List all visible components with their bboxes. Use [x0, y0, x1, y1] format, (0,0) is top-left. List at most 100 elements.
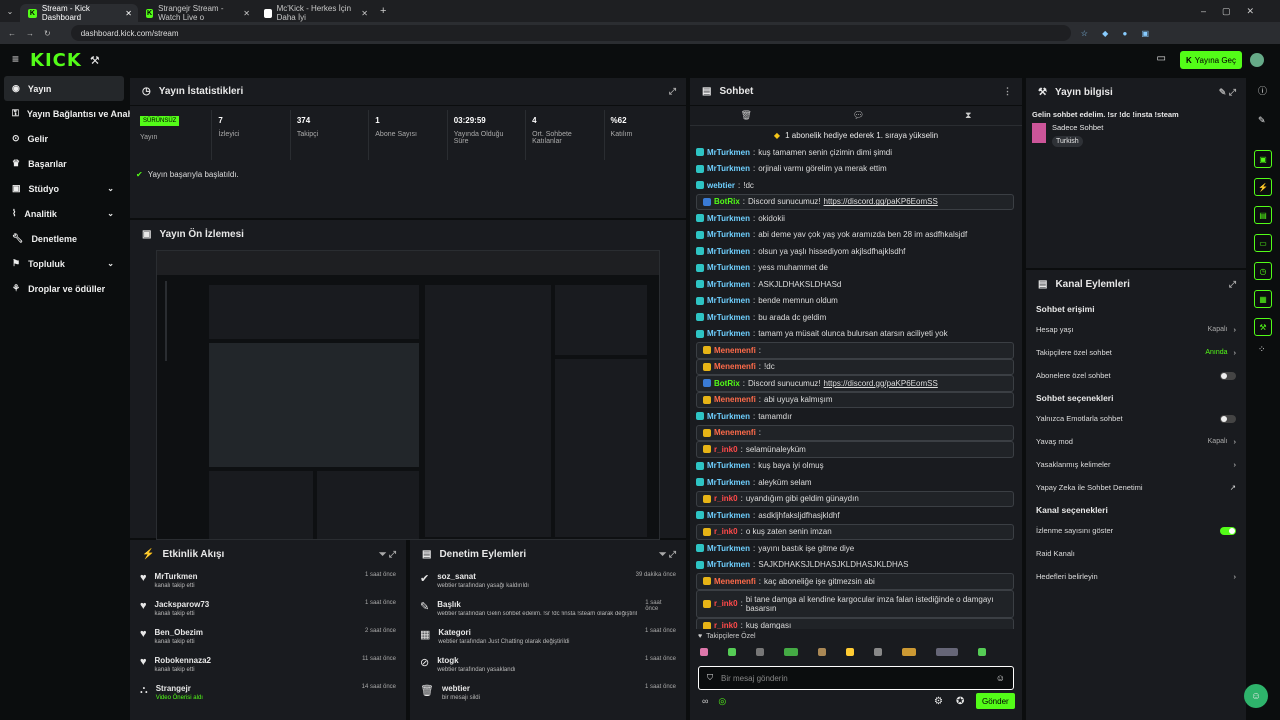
chat-username[interactable]: MrTurkmen: [707, 296, 750, 305]
info-icon[interactable]: ⓘ: [1258, 84, 1278, 97]
rail-activity-button[interactable]: ⚡: [1254, 178, 1272, 196]
browser-tab-kick[interactable]: Mc'Kick - Herkes İçin Daha İyi ✕: [256, 4, 374, 22]
chat-message[interactable]: Menemenfi: kaç aboneliğe işe gitmezsin ab…: [696, 573, 1014, 590]
tab-menu-icon[interactable]: ⌄: [0, 7, 20, 16]
message-icon[interactable]: 💬︎: [853, 110, 864, 121]
theater-icon[interactable]: ▭: [1157, 53, 1166, 64]
chat-message[interactable]: MrTurkmen: SAJKDHAKSJLDHASJKLDHASJKLDHAS: [690, 557, 1022, 574]
chat-username[interactable]: MrTurkmen: [707, 280, 750, 289]
emote[interactable]: [784, 648, 798, 656]
raid-row[interactable]: Raid Kanalı: [1026, 542, 1246, 565]
chat-username[interactable]: r_ink0: [714, 527, 738, 536]
emote[interactable]: [728, 648, 736, 656]
emoji-icon[interactable]: ☺: [996, 673, 1005, 683]
chat-message[interactable]: r_ink0: selamünaleyküm: [696, 441, 1014, 458]
puzzle-icon[interactable]: ✪: [956, 696, 964, 707]
expand-icon[interactable]: ⤢: [1229, 279, 1236, 290]
chat-message[interactable]: Menemenfi: !dc: [696, 358, 1014, 375]
chat-message[interactable]: MrTurkmen: ASKJLDHAKSLDHASd: [690, 276, 1022, 293]
chat-message[interactable]: MrTurkmen: olsun ya yaşlı hissediyom akjl…: [690, 243, 1022, 260]
chat-link[interactable]: https://discord.gg/paKP6EomSS: [824, 197, 938, 206]
chat-username[interactable]: MrTurkmen: [707, 313, 750, 322]
chat-message[interactable]: MrTurkmen: aleyküm selam: [690, 474, 1022, 491]
settings-icon[interactable]: ⚙: [934, 696, 943, 707]
chat-message[interactable]: r_ink0: kuş damgası: [696, 617, 1014, 629]
rail-list-button[interactable]: ▤: [1254, 206, 1272, 224]
chat-username[interactable]: r_ink0: [714, 621, 738, 629]
goals-row[interactable]: Hedefleri belirleyin ›: [1026, 565, 1246, 588]
chat-username[interactable]: MrTurkmen: [707, 544, 750, 553]
rail-tools-button[interactable]: ⚒: [1254, 318, 1272, 336]
chat-message[interactable]: MrTurkmen: yess muhammet de: [690, 260, 1022, 277]
chat-message[interactable]: MrTurkmen: orjinali varmı görelim ya mera…: [690, 161, 1022, 178]
filter-icon[interactable]: ⏷ ⤢: [659, 549, 676, 560]
emote[interactable]: [700, 648, 708, 656]
reload-icon[interactable]: ↻: [44, 29, 51, 38]
ai-mod-row[interactable]: Yapay Zeka ile Sohbet Denetimi ↗: [1026, 476, 1246, 499]
chat-username[interactable]: r_ink0: [714, 494, 738, 503]
chat-username[interactable]: MrTurkmen: [707, 478, 750, 487]
points-icon[interactable]: ◎: [718, 696, 726, 707]
chat-message[interactable]: webtier: !dc: [690, 177, 1022, 194]
emote[interactable]: [756, 648, 764, 656]
sidebar-item-stream-key[interactable]: ⚿ Yayın Bağlantısı ve Anahtar: [0, 101, 145, 126]
back-icon[interactable]: ←: [8, 29, 16, 38]
rail-stats-button[interactable]: ◷: [1254, 262, 1272, 280]
help-button[interactable]: ☺: [1244, 684, 1268, 708]
edit-icon[interactable]: ✎: [1258, 115, 1278, 126]
emote-bar[interactable]: [690, 644, 1022, 660]
chat-username[interactable]: BotRix: [714, 197, 740, 206]
chat-username[interactable]: MrTurkmen: [707, 247, 750, 256]
chat-message[interactable]: MrTurkmen: okidokii: [690, 210, 1022, 227]
chat-username[interactable]: Menemenfi: [714, 395, 756, 404]
close-icon[interactable]: ✕: [361, 9, 368, 18]
banned-words-row[interactable]: Yasaklanmış kelimeler ›: [1026, 453, 1246, 476]
close-icon[interactable]: ✕: [243, 9, 250, 18]
emote[interactable]: [936, 648, 958, 656]
window-controls[interactable]: –▢✕: [1201, 6, 1270, 17]
edit-icon[interactable]: ✎ ⤢: [1219, 87, 1236, 98]
rail-chat-button[interactable]: ▭: [1254, 234, 1272, 252]
chat-message[interactable]: MrTurkmen: bu arada dc geldim: [690, 309, 1022, 326]
sidebar-item-revenue[interactable]: ⊙ Gelir: [0, 126, 128, 151]
chat-message[interactable]: MrTurkmen: bende memnun oldum: [690, 293, 1022, 310]
emote[interactable]: [818, 648, 826, 656]
slow-mode-row[interactable]: Yavaş mod Kapalı ›: [1026, 430, 1246, 453]
chat-message[interactable]: MrTurkmen: yayını bastık işe gitme diye: [690, 540, 1022, 557]
avatar[interactable]: [1250, 53, 1264, 67]
chat-message[interactable]: r_ink0: bi tane damga al kendine kargocul…: [696, 589, 1014, 618]
show-viewers-toggle[interactable]: [1220, 526, 1236, 535]
chat-message[interactable]: MrTurkmen: tamamdır: [690, 408, 1022, 425]
trash-icon[interactable]: 🗑︎: [740, 110, 751, 121]
chat-message[interactable]: MrTurkmen: abi deme yav çok yaş yok aramı…: [690, 227, 1022, 244]
chat-username[interactable]: MrTurkmen: [707, 230, 750, 239]
chat-message[interactable]: BotRix: Discord sunucumuz! https://discord…: [696, 375, 1014, 392]
chat-message[interactable]: MrTurkmen: kuş tamamen senin çizimin dimi…: [690, 144, 1022, 161]
stream-preview-video[interactable]: [156, 250, 660, 540]
go-live-button[interactable]: K Yayına Geç: [1180, 51, 1242, 69]
chat-username[interactable]: Menemenfi: [714, 362, 756, 371]
chat-input[interactable]: ⛉ Bir mesaj gönderin ☺: [698, 666, 1014, 690]
link-icon[interactable]: ∞: [702, 696, 708, 707]
emote[interactable]: [902, 648, 916, 656]
chat-message[interactable]: Menemenfi:: [696, 342, 1014, 359]
chat-username[interactable]: Menemenfi: [714, 346, 756, 355]
chat-message[interactable]: r_ink0: uyandığım gibi geldim günaydın: [696, 490, 1014, 507]
chat-username[interactable]: r_ink0: [714, 599, 738, 608]
chat-username[interactable]: MrTurkmen: [707, 412, 750, 421]
emote[interactable]: [978, 648, 986, 656]
chat-username[interactable]: webtier: [707, 181, 735, 190]
chat-username[interactable]: MrTurkmen: [707, 461, 750, 470]
chat-username[interactable]: MrTurkmen: [707, 214, 750, 223]
chat-username[interactable]: MrTurkmen: [707, 148, 750, 157]
emote[interactable]: [846, 648, 854, 656]
account-age-row[interactable]: Hesap yaşı Kapalı ›: [1026, 318, 1246, 341]
sidebar-item-community[interactable]: ⚑ Topluluk ⌄: [0, 251, 128, 276]
chat-username[interactable]: MrTurkmen: [707, 263, 750, 272]
expand-icon[interactable]: ⤢: [669, 86, 676, 97]
chat-username[interactable]: r_ink0: [714, 445, 738, 454]
rail-preview-button[interactable]: ▣: [1254, 150, 1272, 168]
hourglass-icon[interactable]: ⧗: [965, 110, 971, 121]
chat-message[interactable]: BotRix: Discord sunucumuz! https://discord…: [696, 193, 1014, 210]
sidebar-item-studio[interactable]: ▣ Stüdyo ⌄: [0, 176, 128, 201]
